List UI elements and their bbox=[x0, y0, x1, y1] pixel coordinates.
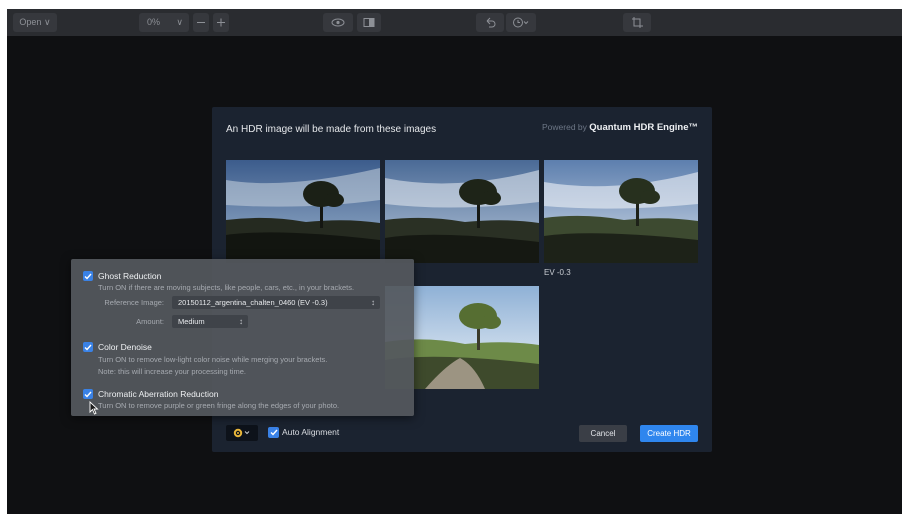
create-hdr-button[interactable]: Create HDR bbox=[640, 425, 698, 442]
checkmark-icon bbox=[84, 273, 92, 280]
amount-label: Amount: bbox=[136, 317, 164, 326]
auto-alignment-checkbox[interactable] bbox=[268, 427, 279, 438]
amount-value: Medium bbox=[178, 317, 205, 326]
checkmark-icon bbox=[270, 429, 278, 436]
landscape-image bbox=[226, 160, 380, 263]
mouse-cursor-icon bbox=[89, 401, 99, 415]
chevron-down-icon: ∨ bbox=[43, 17, 51, 27]
app-window: Open ∨ 0% ∨ An HDR image will be made fr… bbox=[7, 9, 902, 514]
settings-menu-button[interactable] bbox=[226, 425, 258, 441]
engine-name: Quantum HDR Engine™ bbox=[589, 122, 698, 133]
chromatic-aberration-title: Chromatic Aberration Reduction bbox=[98, 389, 219, 399]
image-label-ev: EV -0.3 bbox=[544, 268, 571, 277]
color-denoise-desc: Turn ON to remove low-light color noise … bbox=[98, 355, 328, 364]
eye-icon bbox=[331, 18, 345, 27]
open-label: Open bbox=[19, 17, 42, 27]
gear-icon bbox=[233, 428, 250, 438]
crop-button[interactable] bbox=[623, 13, 651, 32]
compare-button[interactable] bbox=[357, 13, 381, 32]
dialog-footer: Auto Alignment Cancel Create HDR bbox=[212, 422, 712, 452]
chromatic-aberration-desc: Turn ON to remove purple or green fringe… bbox=[98, 401, 340, 410]
updown-icon: ↕ bbox=[239, 317, 243, 326]
history-button[interactable] bbox=[506, 13, 536, 32]
ghost-reduction-desc: Turn ON if there are moving subjects, li… bbox=[98, 283, 355, 292]
compare-icon bbox=[363, 18, 375, 27]
bracket-image-2[interactable] bbox=[385, 160, 539, 263]
landscape-image bbox=[385, 160, 539, 263]
amount-select[interactable]: Medium ↕ bbox=[172, 315, 248, 328]
chevron-down-icon: ∨ bbox=[176, 17, 183, 27]
cancel-button[interactable]: Cancel bbox=[579, 425, 627, 442]
open-button[interactable]: Open ∨ bbox=[13, 13, 57, 32]
merge-settings-popover: Ghost Reduction Turn ON if there are mov… bbox=[71, 259, 414, 416]
undo-icon bbox=[486, 17, 496, 28]
history-icon bbox=[513, 17, 529, 28]
color-denoise-note: Note: this will increase your processing… bbox=[98, 367, 246, 376]
updown-icon: ↕ bbox=[371, 298, 375, 307]
preview-button[interactable] bbox=[323, 13, 353, 32]
color-denoise-title: Color Denoise bbox=[98, 342, 152, 352]
zoom-in-icon bbox=[217, 18, 225, 27]
dialog-title: An HDR image will be made from these ima… bbox=[226, 124, 437, 135]
bracket-image-1[interactable] bbox=[226, 160, 380, 263]
zoom-out-button[interactable] bbox=[193, 13, 209, 32]
powered-by: Powered by Quantum HDR Engine™ bbox=[542, 122, 698, 133]
bracket-image-3[interactable] bbox=[544, 160, 698, 263]
ghost-reduction-title: Ghost Reduction bbox=[98, 271, 162, 281]
crop-icon bbox=[632, 17, 643, 28]
top-toolbar: Open ∨ 0% ∨ bbox=[7, 9, 902, 36]
reference-image-label: Reference Image: bbox=[104, 298, 164, 307]
ghost-reduction-checkbox[interactable] bbox=[83, 271, 93, 281]
undo-button[interactable] bbox=[476, 13, 504, 32]
color-denoise-checkbox[interactable] bbox=[83, 342, 93, 352]
zoom-in-button[interactable] bbox=[213, 13, 229, 32]
powered-by-label: Powered by bbox=[542, 122, 587, 132]
reference-image-value: 20150112_argentina_chalten_0460 (EV -0.3… bbox=[178, 298, 328, 307]
landscape-image bbox=[544, 160, 698, 263]
checkmark-icon bbox=[84, 391, 92, 398]
chromatic-aberration-checkbox[interactable] bbox=[83, 389, 93, 399]
zoom-out-icon bbox=[197, 22, 205, 23]
checkmark-icon bbox=[84, 344, 92, 351]
zoom-select[interactable]: 0% ∨ bbox=[139, 13, 189, 32]
zoom-value: 0% bbox=[147, 17, 161, 27]
reference-image-select[interactable]: 20150112_argentina_chalten_0460 (EV -0.3… bbox=[172, 296, 380, 309]
auto-alignment-label: Auto Alignment bbox=[282, 427, 340, 437]
